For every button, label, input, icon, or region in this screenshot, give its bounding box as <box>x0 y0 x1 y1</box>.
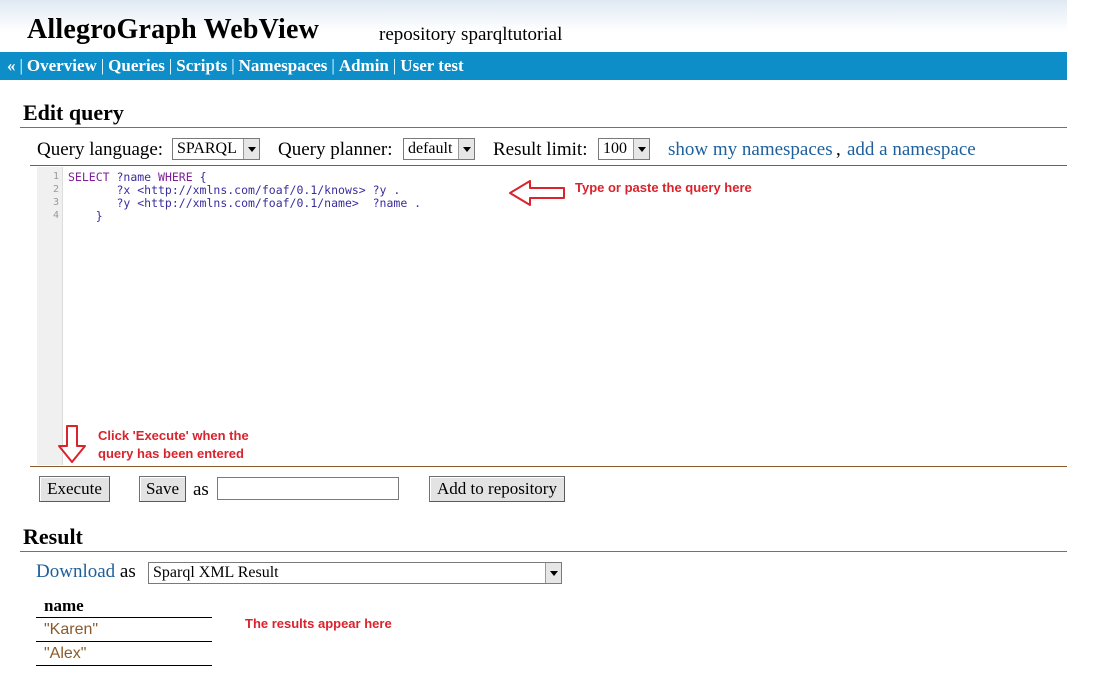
download-as-label: as <box>119 561 136 582</box>
save-button[interactable]: Save <box>139 476 186 502</box>
result-limit-value: 100 <box>603 140 627 157</box>
annotation-click-execute: Click 'Execute' when the query has been … <box>98 428 249 461</box>
line-number-gutter: 1 2 3 4 <box>37 167 63 465</box>
add-namespace-link[interactable]: add a namespace <box>847 139 976 161</box>
save-as-label: as <box>193 479 209 500</box>
nav-separator: | <box>19 56 23 75</box>
save-name-input[interactable] <box>217 477 399 500</box>
chevron-down-icon <box>458 139 474 159</box>
nav-back-link[interactable]: « <box>7 56 16 75</box>
query-language-label: Query language: <box>37 139 164 160</box>
code-line: ?x <http://xmlns.com/foaf/0.1/knows> ?y … <box>68 183 401 197</box>
nav-admin[interactable]: Admin <box>339 56 389 75</box>
chevron-down-icon <box>633 139 649 159</box>
result-heading: Result <box>23 524 83 549</box>
nav-separator: | <box>331 56 335 75</box>
line-number: 4 <box>52 210 59 221</box>
nav-namespaces[interactable]: Namespaces <box>239 56 328 75</box>
line-number: 1 <box>52 171 59 182</box>
nav-scripts[interactable]: Scripts <box>176 56 227 75</box>
query-language-select[interactable]: SPARQL <box>172 138 260 160</box>
nav-overview[interactable]: Overview <box>27 56 97 75</box>
repository-name: sparqltutorial <box>461 24 563 45</box>
nav-queries[interactable]: Queries <box>108 56 165 75</box>
nav-separator: | <box>231 56 235 75</box>
download-link[interactable]: Download <box>36 561 115 582</box>
results-table: name "Karen" "Alex" <box>36 595 212 666</box>
arrow-down-icon <box>58 425 86 463</box>
app-header: AllegroGraph WebView repository sparqltut… <box>0 0 1067 52</box>
edit-query-divider <box>20 127 1067 128</box>
show-namespaces-link[interactable]: show my namespaces <box>668 139 833 161</box>
code-line: SELECT ?name WHERE { <box>68 170 207 184</box>
editor-bottom-divider <box>30 466 1067 467</box>
edit-query-heading: Edit query <box>23 100 124 125</box>
repository-prefix: repository <box>379 24 457 45</box>
nav-separator: | <box>100 56 105 75</box>
download-format-value: Sparql XML Result <box>153 564 279 581</box>
line-number: 2 <box>52 184 59 195</box>
annotation-results-appear: The results appear here <box>245 616 392 631</box>
annotation-type-query: Type or paste the query here <box>575 180 752 195</box>
chevron-down-icon <box>243 139 259 159</box>
app-title: AllegroGraph WebView <box>27 14 320 45</box>
result-limit-select[interactable]: 100 <box>598 138 650 160</box>
main-nav: «| Overview | Queries | Scripts | Namespaces | Ad… <box>0 52 1067 80</box>
query-language-value: SPARQL <box>177 140 237 157</box>
chevron-down-icon <box>545 563 561 583</box>
download-format-select[interactable]: Sparql XML Result <box>148 562 562 584</box>
column-header-name: name <box>36 595 212 618</box>
nav-user-test[interactable]: User test <box>400 56 463 75</box>
download-row: Download as <box>36 561 136 583</box>
result-divider <box>20 551 1067 552</box>
add-to-repository-button[interactable]: Add to repository <box>429 476 565 502</box>
table-row: "Karen" <box>36 618 212 642</box>
link-comma: , <box>836 139 841 160</box>
code-line: } <box>68 209 103 223</box>
nav-separator: | <box>392 56 397 75</box>
line-number: 3 <box>52 197 59 208</box>
query-planner-select[interactable]: default <box>403 138 475 160</box>
result-limit-label: Result limit: <box>493 139 588 160</box>
query-planner-label: Query planner: <box>278 139 393 160</box>
nav-separator: | <box>168 56 173 75</box>
editor-top-divider <box>30 165 1067 166</box>
execute-button[interactable]: Execute <box>39 476 110 502</box>
query-editor[interactable]: 1 2 3 4 SELECT ?name WHERE { ?x <http://… <box>37 167 1067 465</box>
table-row: "Alex" <box>36 642 212 666</box>
code-line: ?y <http://xmlns.com/foaf/0.1/name> ?nam… <box>68 196 422 210</box>
repository-label: repository sparqltutorial <box>379 24 562 46</box>
arrow-left-icon <box>509 180 565 206</box>
query-planner-value: default <box>408 140 453 157</box>
